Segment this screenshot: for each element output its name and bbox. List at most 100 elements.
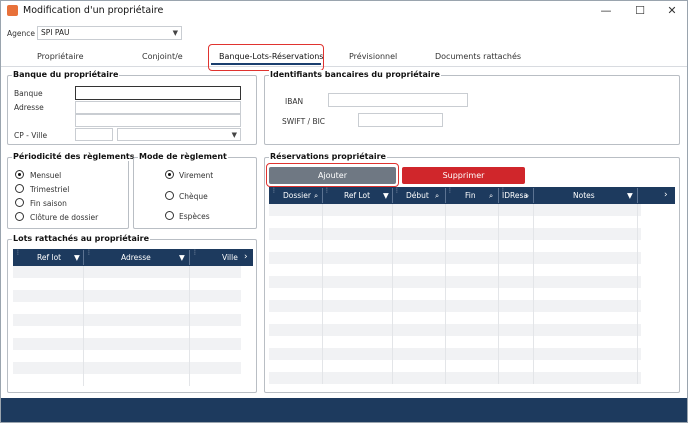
tab-documents-rattaches[interactable]: Documents rattachés bbox=[435, 52, 521, 61]
table-row[interactable] bbox=[13, 338, 241, 350]
radio-mensuel-label: Mensuel bbox=[30, 171, 62, 180]
radio-cloture-dossier[interactable] bbox=[15, 212, 24, 221]
column-separator bbox=[83, 250, 84, 265]
column-separator bbox=[189, 250, 190, 265]
iban-input[interactable] bbox=[328, 93, 468, 107]
window-title: Modification d'un propriétaire bbox=[23, 5, 164, 16]
table-row[interactable] bbox=[13, 314, 241, 326]
table-row[interactable] bbox=[13, 302, 241, 314]
table-row[interactable] bbox=[269, 336, 641, 348]
table-row[interactable] bbox=[269, 252, 641, 264]
column-separator bbox=[637, 188, 638, 203]
radio-especes[interactable] bbox=[165, 211, 174, 220]
filter-icon[interactable]: ▼ bbox=[74, 249, 80, 266]
banque-input[interactable] bbox=[75, 86, 241, 100]
radio-fin-saison[interactable] bbox=[15, 198, 24, 207]
tab-proprietaire[interactable]: Propriétaire bbox=[37, 52, 84, 61]
periodicite-group-title: Périodicité des règlements bbox=[12, 152, 136, 161]
col-adresse[interactable]: Adresse bbox=[121, 249, 151, 266]
column-handle-icon: ⋮ bbox=[324, 187, 330, 194]
col-dossier[interactable]: Dossier bbox=[283, 187, 311, 204]
iban-label: IBAN bbox=[285, 97, 304, 106]
table-row[interactable] bbox=[269, 276, 641, 288]
table-row[interactable] bbox=[269, 348, 641, 360]
table-row[interactable] bbox=[269, 372, 641, 384]
table-row[interactable] bbox=[269, 300, 641, 312]
table-row[interactable] bbox=[269, 204, 641, 216]
filter-icon[interactable]: ▼ bbox=[383, 187, 389, 204]
tab-previsionnel[interactable]: Prévisionnel bbox=[349, 52, 397, 61]
radio-virement[interactable] bbox=[165, 170, 174, 179]
table-row[interactable] bbox=[13, 326, 241, 338]
radio-mensuel[interactable] bbox=[15, 170, 24, 179]
col-ref-lot[interactable]: Ref lot bbox=[37, 249, 61, 266]
bottom-bar bbox=[1, 398, 687, 422]
search-icon[interactable]: ⌕ bbox=[314, 187, 318, 204]
table-row[interactable] bbox=[13, 362, 241, 374]
tab-highlight-box bbox=[208, 44, 324, 71]
table-row[interactable] bbox=[13, 278, 241, 290]
scroll-right-icon[interactable]: › bbox=[244, 249, 248, 266]
supprimer-button[interactable]: Supprimer bbox=[402, 167, 525, 184]
table-row[interactable] bbox=[269, 312, 641, 324]
table-row[interactable] bbox=[269, 216, 641, 228]
modification-proprietaire-window: Modification d'un propriétaire — ☐ ✕ Age… bbox=[0, 0, 688, 423]
table-row[interactable] bbox=[13, 374, 241, 386]
tab-bar: Propriétaire Conjoint/e Banque-Lots-Rése… bbox=[1, 47, 687, 67]
table-row[interactable] bbox=[269, 264, 641, 276]
mode-reglement-group-title: Mode de règlement bbox=[138, 152, 228, 161]
radio-trimestriel-label: Trimestriel bbox=[30, 185, 70, 194]
lots-grid-header: ⋮ Ref lot ▼ ⋮ Adresse ▼ ⋮ Ville › bbox=[13, 249, 253, 266]
table-row[interactable] bbox=[13, 290, 241, 302]
table-row[interactable] bbox=[13, 266, 241, 278]
banque-group-title: Banque du propriétaire bbox=[12, 70, 120, 79]
table-row[interactable] bbox=[269, 240, 641, 252]
column-separator bbox=[392, 188, 393, 203]
scroll-right-icon[interactable]: › bbox=[664, 187, 668, 204]
swift-input[interactable] bbox=[358, 113, 443, 127]
adresse-input-line1[interactable] bbox=[75, 101, 241, 114]
adresse-input-line2[interactable] bbox=[75, 114, 241, 127]
filter-icon[interactable]: ▼ bbox=[179, 249, 185, 266]
ville-select[interactable]: ▼ bbox=[117, 128, 241, 141]
column-divider bbox=[322, 204, 323, 384]
identifiants-group: Identifiants bancaires du propriétaire bbox=[264, 70, 680, 145]
search-icon[interactable]: ⌕ bbox=[525, 187, 529, 204]
close-button[interactable]: ✕ bbox=[655, 1, 688, 21]
agence-select[interactable]: SPI PAU ▼ bbox=[37, 26, 182, 40]
radio-cheque[interactable] bbox=[165, 191, 174, 200]
col-debut[interactable]: Début bbox=[406, 187, 429, 204]
col-ville[interactable]: Ville bbox=[222, 249, 238, 266]
col-fin[interactable]: Fin bbox=[465, 187, 476, 204]
tab-conjoint[interactable]: Conjoint/e bbox=[142, 52, 183, 61]
search-icon[interactable]: ⌕ bbox=[489, 187, 493, 204]
search-icon[interactable]: ⌕ bbox=[435, 187, 439, 204]
chevron-down-icon: ▼ bbox=[231, 131, 237, 139]
adresse-label: Adresse bbox=[14, 103, 44, 112]
table-row[interactable] bbox=[269, 228, 641, 240]
maximize-button[interactable]: ☐ bbox=[623, 1, 657, 21]
table-row[interactable] bbox=[13, 350, 241, 362]
column-divider bbox=[533, 204, 534, 384]
radio-cloture-dossier-label: Clôture de dossier bbox=[30, 213, 99, 222]
column-separator bbox=[322, 188, 323, 203]
table-row[interactable] bbox=[269, 288, 641, 300]
radio-fin-saison-label: Fin saison bbox=[30, 199, 67, 208]
radio-virement-label: Virement bbox=[179, 171, 214, 180]
cp-input[interactable] bbox=[75, 128, 113, 141]
table-row[interactable] bbox=[269, 324, 641, 336]
radio-trimestriel[interactable] bbox=[15, 184, 24, 193]
swift-label: SWIFT / BIC bbox=[282, 117, 326, 126]
col-notes[interactable]: Notes bbox=[573, 187, 595, 204]
column-handle-icon: ⋮ bbox=[15, 249, 21, 256]
filter-icon[interactable]: ▼ bbox=[627, 187, 633, 204]
ajouter-highlight-box bbox=[266, 163, 399, 187]
column-handle-icon: ⋮ bbox=[192, 249, 198, 256]
column-handle-icon: ⋮ bbox=[271, 187, 277, 194]
column-handle-icon: ⋮ bbox=[86, 249, 92, 256]
column-divider bbox=[498, 204, 499, 384]
reservations-group-title: Réservations propriétaire bbox=[269, 152, 387, 161]
col-ref-lot[interactable]: Ref Lot bbox=[344, 187, 370, 204]
table-row[interactable] bbox=[269, 360, 641, 372]
minimize-button[interactable]: — bbox=[589, 1, 623, 21]
